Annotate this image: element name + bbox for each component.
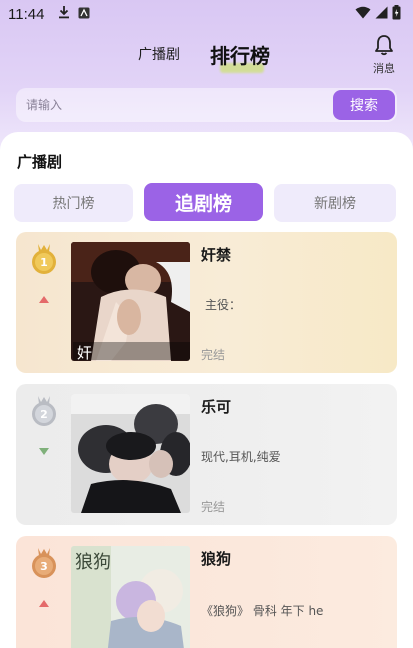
- top-nav: 广播剧 排行榜 消息: [0, 32, 413, 80]
- notification-label: 消息: [373, 62, 395, 75]
- wifi-icon: [355, 5, 371, 23]
- cover-image[interactable]: [71, 394, 190, 513]
- battery-icon: [392, 4, 401, 24]
- cover-image[interactable]: 奸: [71, 242, 190, 361]
- rank-number: 1: [40, 256, 48, 269]
- bell-icon: [374, 35, 394, 60]
- signal-icon: [375, 5, 388, 23]
- silver-medal-icon: 2: [30, 394, 58, 428]
- search-button[interactable]: 搜索: [333, 90, 395, 120]
- status-badge: 完结: [201, 500, 226, 514]
- status-badge: 完结: [201, 348, 226, 362]
- drama-title: 奸禁: [201, 246, 232, 264]
- download-icon: [58, 5, 70, 23]
- drama-desc: 《狼狗》 骨科 年下 he: [201, 604, 324, 618]
- notification-button[interactable]: 消息: [366, 34, 402, 76]
- search-bar: 搜索: [16, 88, 397, 122]
- tab-hot[interactable]: 热门榜: [14, 184, 133, 222]
- tab-radio-drama[interactable]: 广播剧: [138, 44, 180, 64]
- status-bar: 11:44: [0, 0, 413, 28]
- list-item[interactable]: 2 乐可 现代,耳机,纯爱 完结: [16, 384, 397, 525]
- tab-new[interactable]: 新剧榜: [274, 184, 396, 222]
- cover-image[interactable]: 狼狗: [71, 546, 190, 648]
- drama-desc: 现代,耳机,纯爱: [201, 450, 281, 464]
- list-item[interactable]: 3 狼狗 狼狗 《狼狗》 骨科 年下 he: [16, 536, 397, 648]
- section-title: 广播剧: [17, 153, 63, 171]
- rank-tabs: 热门榜 追剧榜 新剧榜: [14, 183, 399, 222]
- trend-up-icon: [39, 592, 49, 611]
- cover-title-text: 狼狗: [75, 552, 111, 573]
- trend-up-icon: [39, 288, 49, 307]
- content-panel: 广播剧 热门榜 追剧榜 新剧榜 1 奸 奸禁 主役： 完结 2 乐可 现代,耳机…: [0, 132, 413, 648]
- drama-title: 乐可: [201, 398, 232, 416]
- bronze-medal-icon: 3: [30, 546, 58, 580]
- status-time: 11:44: [8, 5, 45, 23]
- gold-medal-icon: 1: [30, 242, 58, 276]
- cover-title-text: 奸: [77, 344, 92, 361]
- trend-down-icon: [39, 440, 49, 459]
- search-input[interactable]: [16, 88, 333, 122]
- tab-following[interactable]: 追剧榜: [144, 183, 263, 221]
- drama-desc: 主役：: [205, 298, 242, 312]
- list-item[interactable]: 1 奸 奸禁 主役： 完结: [16, 232, 397, 373]
- app-notification-icon: [78, 5, 90, 23]
- rank-number: 3: [40, 560, 48, 573]
- rank-number: 2: [40, 408, 48, 421]
- tab-ranking[interactable]: 排行榜: [210, 40, 270, 69]
- drama-title: 狼狗: [201, 550, 232, 568]
